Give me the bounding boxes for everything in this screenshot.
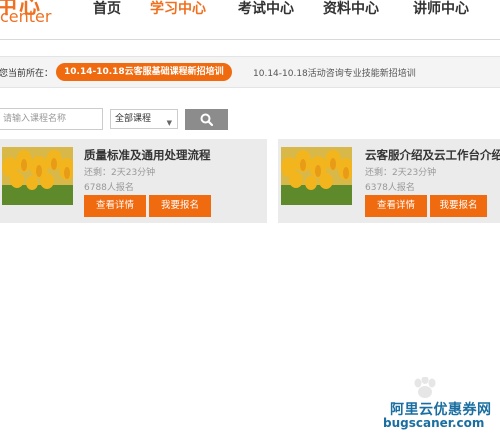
tulip-image — [2, 147, 73, 205]
course-category-select[interactable]: 全部课程 ▼ — [110, 109, 178, 129]
breadcrumb-other-tab[interactable]: 10.14-10.18活动咨询专业技能新招培训 — [253, 66, 416, 79]
view-details-button[interactable]: 查看详情 — [84, 195, 146, 217]
tulip-image — [281, 147, 352, 205]
course-title[interactable]: 质量标准及通用处理流程 — [84, 147, 211, 163]
course-thumbnail[interactable] — [281, 147, 352, 205]
nav-exam-center[interactable]: 考试中心 — [238, 0, 294, 18]
breadcrumb: 您当前所在： 10.14-10.18云客服基础课程新招培训 10.14-10.1… — [0, 56, 500, 88]
view-details-button[interactable]: 查看详情 — [365, 195, 427, 217]
paw-watermark-icon — [414, 377, 436, 398]
chevron-down-icon: ▼ — [166, 119, 172, 127]
search-icon — [200, 113, 213, 126]
search-button[interactable] — [185, 109, 228, 130]
course-thumbnail[interactable] — [2, 147, 73, 205]
top-header: 中心 center 首页 学习中心 考试中心 资料中心 讲师中心 — [0, 0, 500, 40]
enroll-button[interactable]: 我要报名 — [430, 195, 487, 217]
course-remaining-time: 还剩：2天23分钟 — [365, 168, 437, 178]
course-card: 云客服介绍及云工作台介绍 还剩：2天23分钟 6378人报名 查看详情 我要报名 — [278, 139, 500, 223]
course-title[interactable]: 云客服介绍及云工作台介绍 — [365, 147, 500, 163]
course-enrolled-count: 6788人报名 — [84, 183, 134, 193]
nav-learning-center[interactable]: 学习中心 — [150, 0, 206, 18]
course-search-input[interactable] — [0, 108, 103, 130]
nav-instructor-center[interactable]: 讲师中心 — [413, 0, 469, 18]
watermark-url: bugscaner.com — [383, 416, 485, 430]
enroll-button[interactable]: 我要报名 — [149, 195, 211, 217]
breadcrumb-label: 您当前所在： — [0, 69, 54, 79]
logo-subtext: center — [0, 7, 52, 26]
course-category-value: 全部课程 — [115, 114, 152, 124]
nav-home[interactable]: 首页 — [93, 0, 121, 18]
course-remaining-time: 还剩：2天23分钟 — [84, 168, 156, 178]
course-card: 质量标准及通用处理流程 还剩：2天23分钟 6788人报名 查看详情 我要报名 — [0, 139, 267, 223]
course-enrolled-count: 6378人报名 — [365, 183, 415, 193]
nav-resource-center[interactable]: 资料中心 — [323, 0, 379, 18]
breadcrumb-current-tab[interactable]: 10.14-10.18云客服基础课程新招培训 — [56, 63, 232, 81]
